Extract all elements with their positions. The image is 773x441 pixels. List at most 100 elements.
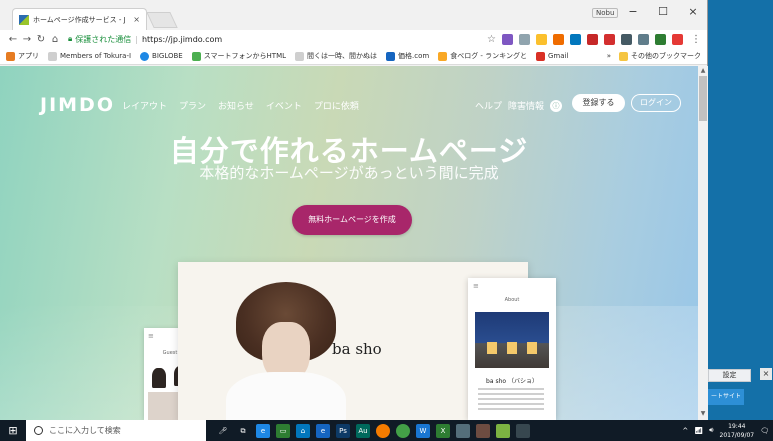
bookmark-item[interactable]: Members of Tokura-I [48,51,132,61]
taskbar-apps: 🎤︎ ⧉ e ▭ ⌂ e Ps Au W X [216,423,530,438]
music-extension-icon[interactable] [502,33,513,45]
register-button[interactable]: 登録する [572,94,625,112]
secure-label: 保護された通信 [75,34,132,44]
address-bar[interactable]: 🔒︎ 保護された通信 | https://jp.jimdo.com [68,32,487,46]
create-free-site-button[interactable]: 無料ホームページを作成 [292,205,412,235]
jimdo-logo[interactable]: JIMDO [40,94,115,116]
bookmark-item[interactable]: 間くは一時、間かぬは [295,51,377,61]
tabelog-icon [438,51,448,61]
windows-start-icon[interactable]: ⊞ [0,424,26,437]
volume-icon[interactable]: 🔊︎ [709,426,713,435]
network-icon[interactable]: 📶︎ [694,427,703,435]
user-extension-icon[interactable] [655,33,666,45]
login-button[interactable]: ログイン [631,94,681,112]
feed-extension-icon[interactable] [553,33,564,45]
task-view-icon[interactable]: ⧉ [236,424,250,438]
site-nav-right: ヘルプ 障害情報 ⓘ [475,99,563,112]
word-icon[interactable]: W [416,423,430,438]
screen-extension-icon[interactable] [638,33,649,45]
vertical-scrollbar[interactable]: ▲ ▼ [698,66,708,420]
firefox-icon[interactable] [376,423,390,438]
new-tab-button[interactable] [146,12,178,28]
chrome-icon[interactable] [396,423,410,438]
app-icon[interactable] [516,423,530,438]
store-icon[interactable]: ⌂ [296,423,310,438]
jimdo-favicon-icon [19,14,29,25]
settings-button[interactable]: 設定 [708,369,751,382]
text-line [478,403,544,405]
bookmark-item[interactable]: 食べログ - ランキングと [438,51,527,61]
minimize-button[interactable]: − [620,5,646,18]
tab-close-icon[interactable]: × [133,15,140,24]
shop-window [487,342,497,354]
microphone-icon[interactable]: 🎤︎ [216,424,230,438]
nav-events[interactable]: イベント [266,99,302,112]
hamburger-menu-icon: ≡ [148,332,154,340]
browser-tab[interactable]: ホームページ作成サービス - J × [12,8,147,30]
explorer-icon[interactable]: ▭ [276,423,290,438]
language-globe-icon[interactable]: ⓘ [550,99,563,112]
bookmark-item[interactable]: スマートフォンからHTML [191,51,286,61]
nav-layout[interactable]: レイアウト [122,99,167,112]
notes-extension-icon[interactable] [536,33,547,45]
app-icon[interactable] [456,423,470,438]
pdf-extension-icon[interactable] [587,33,598,45]
share-extension-icon[interactable] [570,33,581,45]
bookmark-item[interactable]: 価格.com [386,51,429,61]
scroll-thumb[interactable] [699,76,707,121]
desktop-close-icon[interactable]: × [760,368,772,380]
scroll-down-arrow-icon[interactable]: ▼ [699,410,707,417]
nav-help[interactable]: ヘルプ [475,99,502,112]
close-window-button[interactable]: × [680,5,706,18]
taskbar-search[interactable]: ここに入力して検索 [26,420,206,441]
reload-icon[interactable]: ↻ [34,34,48,45]
bookmark-star-icon[interactable]: ☆ [487,34,496,45]
menu-dots-icon[interactable]: ⋮ [691,34,701,45]
nav-fault-info[interactable]: 障害情報 [508,99,544,112]
ie-icon[interactable]: e [316,423,330,438]
reader-extension-icon[interactable] [519,33,530,45]
preview-shop-name: ba sho （バショ） [486,378,538,385]
kakaku-icon [386,51,396,61]
desktop-background [708,0,773,420]
preview-about-label: About [504,297,520,303]
hero-subtitle: 本格的なホームページがあっという間に完成 [199,164,499,182]
more-bookmarks-button[interactable]: » [607,52,611,60]
nav-pro-request[interactable]: プロに依頼 [314,99,359,112]
bookmark-item[interactable]: BIGLOBE [140,51,183,61]
home-icon[interactable]: ⌂ [48,34,62,45]
system-tray: ^ 📶︎ 🔊︎ 19:44 2017/09/07 🗨︎ [682,422,773,440]
profile-button[interactable]: Nobu [592,8,619,18]
support-site-button[interactable]: ートサイト [708,389,744,405]
app-icon[interactable] [496,423,510,438]
tray-chevron-icon[interactable]: ^ [682,427,688,435]
nav-news[interactable]: お知らせ [218,99,254,112]
nav-plan[interactable]: プラン [179,99,206,112]
bookmark-item[interactable]: Gmail [535,51,568,61]
title-bar: ホームページ作成サービス - J × Nobu − ☐ × [0,0,707,30]
forward-arrow-icon[interactable]: → [20,34,34,45]
preview-brand-name: ba sho [332,340,382,358]
other-bookmarks[interactable]: その他のブックマーク [631,51,701,61]
notifications-icon[interactable]: 🗨︎ [760,427,769,435]
maximize-button[interactable]: ☐ [650,5,676,18]
app-icon[interactable] [476,423,490,438]
person-figure [152,368,166,388]
photoshop-icon[interactable]: Ps [336,423,350,438]
audition-icon[interactable]: Au [356,423,370,438]
text-line [478,388,544,390]
cast-extension-icon[interactable] [621,33,632,45]
bookmark-item[interactable]: アプリ [6,51,39,61]
back-arrow-icon[interactable]: ← [6,34,20,45]
biglobe-icon [140,51,150,61]
bookmark-label: 価格.com [398,52,430,60]
record-extension-icon[interactable] [672,33,683,45]
bookmark-label: Members of Tokura-I [60,52,132,60]
page-icon [295,51,305,61]
clock[interactable]: 19:44 2017/09/07 [720,422,755,440]
excel-icon[interactable]: X [436,423,450,438]
edge-icon[interactable]: e [256,423,270,438]
red-extension-icon[interactable] [604,33,615,45]
hamburger-menu-icon: ≡ [473,282,479,290]
scroll-up-arrow-icon[interactable]: ▲ [699,67,707,74]
